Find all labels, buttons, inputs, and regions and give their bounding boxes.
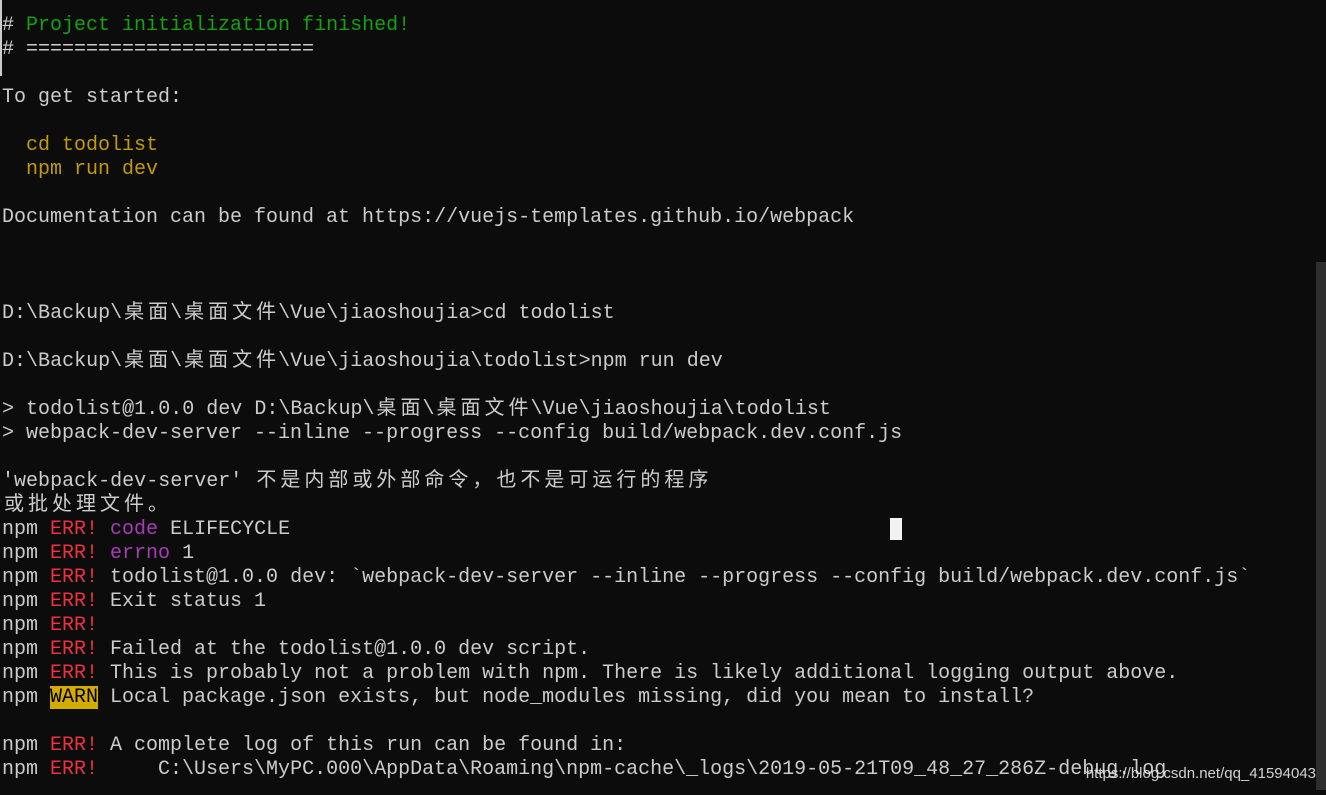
terminal-text: This is probably not a problem with npm.… xyxy=(98,662,1179,685)
terminal-text: npm xyxy=(2,542,51,565)
error-label: ERR! xyxy=(50,758,99,781)
terminal-text: npm xyxy=(2,734,51,757)
terminal-line: npm ERR! code ELIFECYCLE xyxy=(2,518,1250,542)
terminal-text: Exit status 1 xyxy=(98,590,267,613)
terminal-text: todolist@1.0.0 dev: `webpack-dev-server … xyxy=(98,566,1251,589)
error-label: ERR! xyxy=(50,542,99,565)
terminal-text: npm xyxy=(2,518,51,541)
terminal-line: npm run dev xyxy=(2,158,1250,182)
terminal-text: npm xyxy=(2,758,51,781)
terminal-text: npm xyxy=(2,590,51,613)
terminal-line: npm ERR! This is probably not a problem … xyxy=(2,662,1250,686)
terminal-line: 'webpack-dev-server' 不是内部或外部命令，也不是可运行的程序 xyxy=(2,470,1250,494)
terminal-text: Project initialization finished! xyxy=(26,14,411,37)
terminal-text: npm xyxy=(2,566,51,589)
terminal-text: npm xyxy=(2,686,51,709)
terminal-line: D:\Backup\ 桌面 \ 桌面文件 \Vue\jiaoshoujia>cd tod… xyxy=(2,302,1250,326)
terminal-line: > todolist@1.0.0 dev D:\Backup\ 桌面 \ 桌面文件 \V… xyxy=(2,398,1250,422)
terminal-line: To get started: xyxy=(2,86,1250,110)
terminal-text: > todolist@1.0.0 dev D:\Backup\ 桌面 \ 桌面文件 \V… xyxy=(2,398,831,421)
terminal-line: npm ERR! C:\Users\MyPC.000\AppData\Roami… xyxy=(2,758,1250,782)
terminal-text: errno xyxy=(110,542,171,565)
terminal-text: 或批处理文件。 xyxy=(4,494,168,517)
scrollbar-thumb[interactable] xyxy=(1316,262,1326,790)
terminal-line: > webpack-dev-server --inline --progress… xyxy=(2,422,1250,446)
error-label: ERR! xyxy=(50,638,99,661)
terminal-line: npm ERR! xyxy=(2,614,1250,638)
terminal-line: npm ERR! errno 1 xyxy=(2,542,1250,566)
terminal-text: Local package.json exists, but node_modu… xyxy=(98,686,1035,709)
terminal-line: # ======================== xyxy=(2,38,1250,62)
terminal-text: To get started: xyxy=(2,86,183,109)
terminal-text: 1 xyxy=(170,542,195,565)
terminal-text: # xyxy=(2,14,27,37)
terminal-line: cd todolist xyxy=(2,134,1250,158)
terminal-text: D:\Backup\ 桌面 \ 桌面文件 \Vue\jiaoshoujia>cd tod… xyxy=(2,302,615,325)
terminal-line: D:\Backup\ 桌面 \ 桌面文件 \Vue\jiaoshoujia\todoli… xyxy=(2,350,1250,374)
terminal-text: cd todolist xyxy=(2,134,159,157)
terminal-line: npm ERR! A complete log of this run can … xyxy=(2,734,1250,758)
terminal-text: ELIFECYCLE xyxy=(158,518,291,541)
terminal-text: Failed at the todolist@1.0.0 dev script. xyxy=(98,638,591,661)
terminal-text: > webpack-dev-server --inline --progress… xyxy=(2,422,903,445)
error-label: ERR! xyxy=(50,734,99,757)
terminal-output[interactable]: # Project initialization finished! # ====… xyxy=(2,14,1250,782)
terminal-line: # Project initialization finished! xyxy=(2,14,1250,38)
terminal-line: 或批处理文件。 xyxy=(2,494,1250,518)
terminal-line: npm ERR! Failed at the todolist@1.0.0 de… xyxy=(2,638,1250,662)
terminal-text: # ======================== xyxy=(2,38,315,61)
text-cursor xyxy=(890,518,902,540)
error-label: ERR! xyxy=(50,662,99,685)
terminal-line: npm ERR! todolist@1.0.0 dev: `webpack-de… xyxy=(2,566,1250,590)
warn-label: WARN xyxy=(50,686,99,709)
terminal-text: Documentation can be found at https://vu… xyxy=(2,206,855,229)
error-label: ERR! xyxy=(50,590,99,613)
terminal-text: A complete log of this run can be found … xyxy=(98,734,627,757)
terminal-text: npm xyxy=(2,614,51,637)
error-label: ERR! xyxy=(50,566,99,589)
terminal-text: D:\Backup\ 桌面 \ 桌面文件 \Vue\jiaoshoujia\todoli… xyxy=(2,350,723,373)
terminal-text: npm run dev xyxy=(2,158,159,181)
terminal-text: C:\Users\MyPC.000\AppData\Roaming\npm-ca… xyxy=(98,758,1167,781)
terminal-text: npm xyxy=(2,662,51,685)
terminal-line: npm WARN Local package.json exists, but … xyxy=(2,686,1250,710)
error-label: ERR! xyxy=(50,614,99,637)
terminal-line: npm ERR! Exit status 1 xyxy=(2,590,1250,614)
terminal-text: code xyxy=(110,518,159,541)
terminal-text: npm xyxy=(2,638,51,661)
error-label: ERR! xyxy=(50,518,99,541)
terminal-line: Documentation can be found at https://vu… xyxy=(2,206,1250,230)
watermark: https://blog.csdn.net/qq_41594043 xyxy=(1085,765,1316,782)
terminal-text: 'webpack-dev-server' 不是内部或外部命令，也不是可运行的程序 xyxy=(2,470,709,493)
